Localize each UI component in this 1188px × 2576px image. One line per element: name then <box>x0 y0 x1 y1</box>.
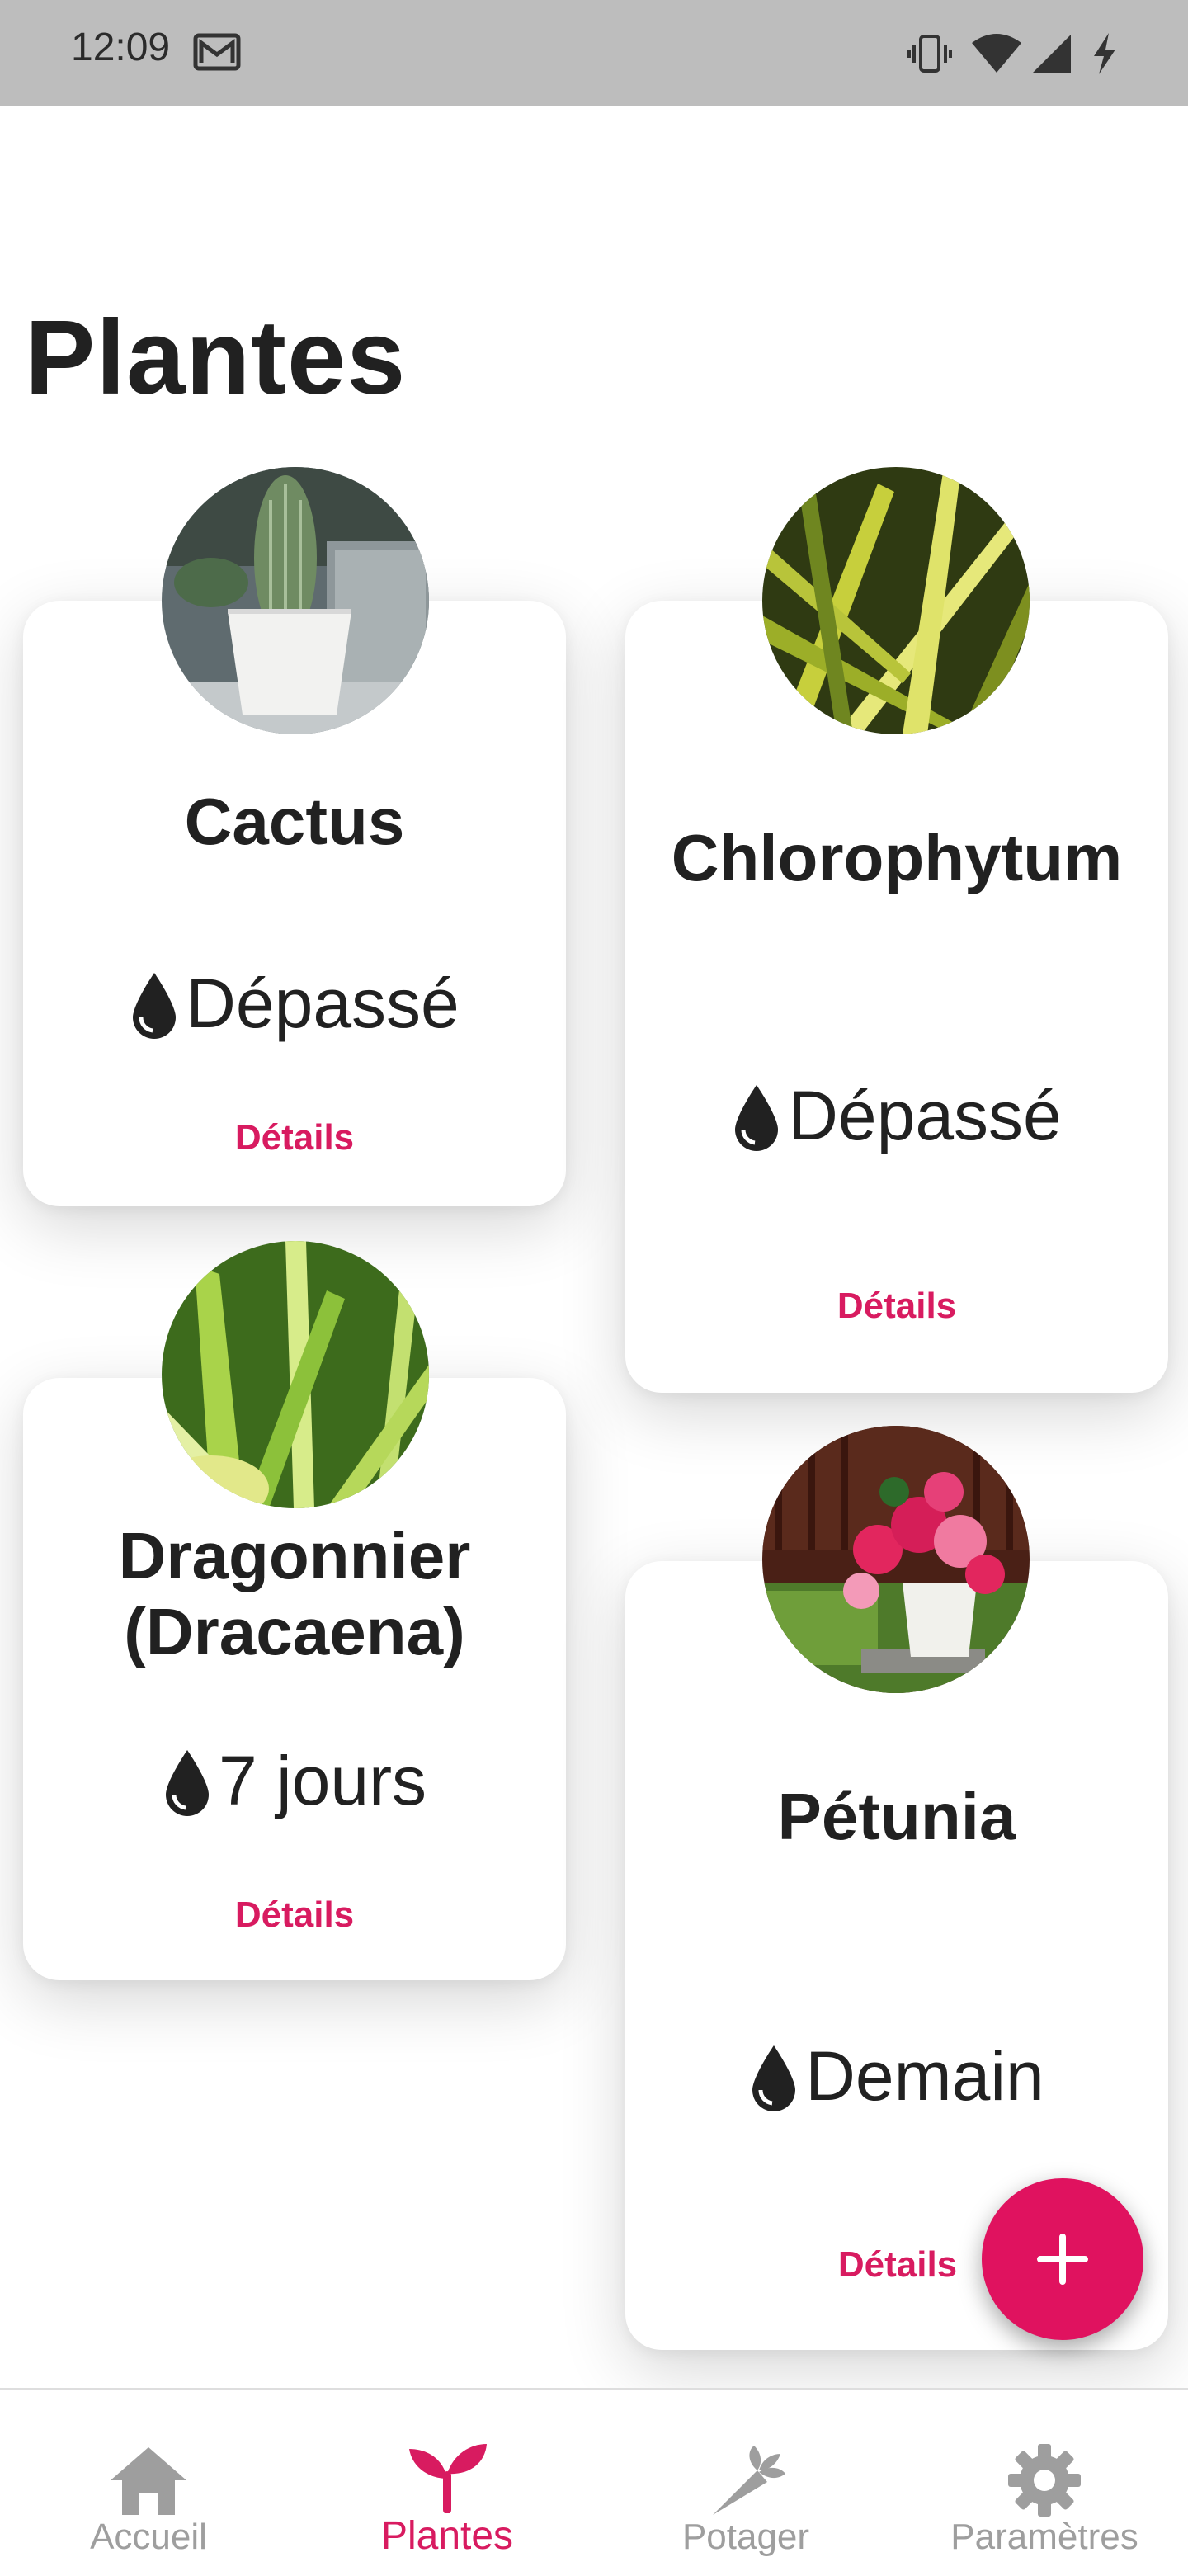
plant-name-line1: Dragonnier <box>118 1519 471 1592</box>
details-link[interactable]: Détails <box>23 1117 566 1158</box>
watering-text: Dépassé <box>788 1077 1062 1154</box>
gear-icon <box>1008 2444 1081 2517</box>
plant-name: Chlorophytum <box>671 821 1123 894</box>
watering-text: Dépassé <box>186 965 460 1042</box>
nav-item-accueil[interactable]: Accueil <box>0 2390 297 2576</box>
plant-photo-chlorophytum <box>762 467 1030 734</box>
plant-name: Cactus <box>184 785 405 858</box>
plant-photo-petunia <box>762 1426 1030 1693</box>
nav-label: Accueil <box>90 2517 207 2557</box>
charging-icon <box>1094 33 1115 74</box>
bottom-navigation: Accueil Plantes Potager Paramètres <box>0 2388 1188 2576</box>
nav-label: Potager <box>681 2517 810 2557</box>
water-drop-icon <box>133 973 177 1039</box>
watering-text: 7 jours <box>218 1742 427 1819</box>
plant-name-line2: (Dracaena) <box>124 1595 465 1668</box>
plant-photo-dragonnier <box>162 1241 429 1508</box>
water-drop-icon <box>165 1750 209 1816</box>
plus-icon <box>1037 2234 1088 2285</box>
add-plant-button[interactable] <box>982 2178 1143 2340</box>
plant-name: Dragonnier (Dracaena) <box>23 1518 566 1670</box>
watering-status: Dépassé <box>23 964 566 1043</box>
page-title: Plantes <box>25 299 407 417</box>
status-bar: 12:09 <box>0 0 1188 106</box>
watering-status: Dépassé <box>625 1076 1168 1155</box>
nav-label: Paramètres <box>950 2517 1138 2557</box>
watering-status: Demain <box>625 2036 1168 2116</box>
sprout-icon <box>409 2444 487 2513</box>
gmail-notification-icon <box>193 33 241 71</box>
nav-item-potager[interactable]: Potager <box>597 2390 894 2576</box>
home-icon <box>111 2447 186 2515</box>
water-drop-icon <box>735 1085 779 1151</box>
carrot-icon <box>713 2446 785 2515</box>
water-drop-icon <box>752 2045 796 2111</box>
watering-status: 7 jours <box>23 1741 566 1820</box>
details-link[interactable]: Détails <box>625 1286 1168 1327</box>
nav-item-parametres[interactable]: Paramètres <box>896 2390 1188 2576</box>
status-time: 12:09 <box>71 26 171 69</box>
vibrate-icon <box>908 35 952 73</box>
details-link[interactable]: Détails <box>23 1894 566 1936</box>
nav-item-plantes[interactable]: Plantes <box>299 2390 596 2576</box>
nav-label: Plantes <box>380 2514 514 2558</box>
plant-photo-cactus <box>162 467 429 734</box>
wifi-icon <box>972 34 1021 73</box>
watering-text: Demain <box>805 2037 1044 2115</box>
plant-name: Pétunia <box>777 1780 1016 1853</box>
signal-icon <box>1033 35 1071 73</box>
